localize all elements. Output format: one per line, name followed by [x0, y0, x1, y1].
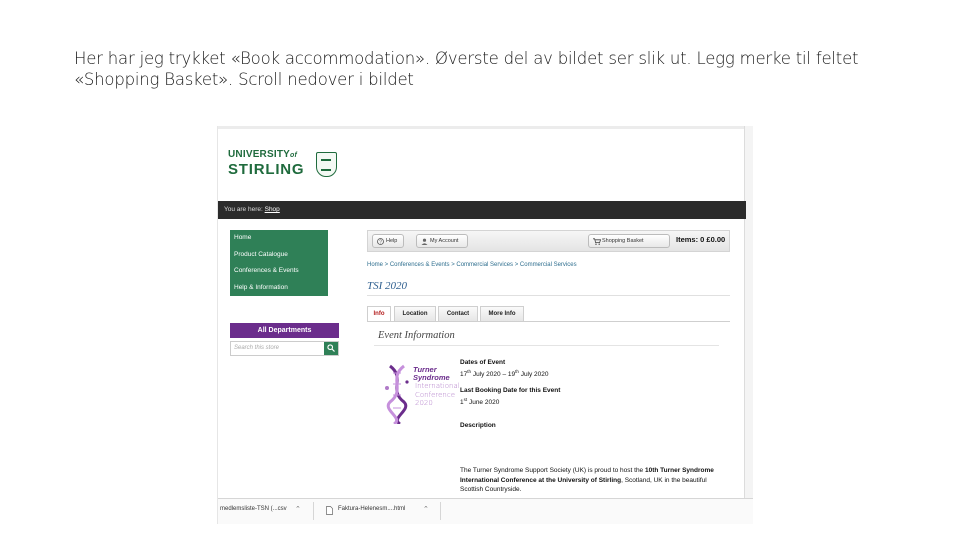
tab-contact[interactable]: Contact	[438, 306, 478, 321]
last-booking-label: Last Booking Date for this Event	[460, 387, 561, 394]
crest-icon	[316, 152, 337, 177]
breadcrumb[interactable]: Home > Conferences & Events > Commercial…	[367, 262, 577, 268]
chevron-up-icon[interactable]: ⌃	[295, 505, 301, 513]
you-are-here-bar: You are here: Shop	[218, 201, 746, 219]
search-icon	[327, 344, 335, 352]
my-account-button[interactable]: My Account	[416, 234, 468, 248]
search-placeholder: Search this store	[234, 345, 280, 351]
nav-item-help-information[interactable]: Help & Information	[230, 280, 328, 297]
user-icon	[421, 238, 428, 245]
nav-item-home[interactable]: Home	[230, 230, 328, 247]
vertical-scrollbar[interactable]	[744, 126, 753, 506]
shopping-basket-button[interactable]: Shopping Basket	[588, 234, 670, 248]
browser-screenshot: UNIVERSITYof STIRLING You are here: Shop…	[217, 126, 753, 524]
cart-icon	[593, 238, 601, 245]
download-item-1[interactable]: medlemsliste-TSN (...csv	[220, 506, 287, 512]
svg-text:?: ?	[379, 239, 382, 245]
nav-item-product-catalogue[interactable]: Product Catalogue	[230, 247, 328, 264]
all-departments-button[interactable]: All Departments	[230, 323, 339, 338]
nav-item-conferences-events[interactable]: Conferences & Events	[230, 263, 328, 280]
tab-more-info[interactable]: More Info	[480, 306, 524, 321]
shop-toolbar: ? Help My Account Shopping Basket Items:…	[367, 230, 730, 252]
description-label: Description	[460, 422, 496, 429]
tab-location[interactable]: Location	[394, 306, 436, 321]
caption-line-1: Her har jeg trykket «Book accommodation»…	[74, 49, 859, 68]
download-item-2[interactable]: Faktura-Helenesm....html	[338, 506, 405, 512]
event-heading: Event Information	[378, 330, 455, 341]
conference-logo: Turner Syndrome International Conference…	[382, 362, 460, 426]
slide-caption: Her har jeg trykket «Book accommodation»…	[74, 48, 894, 90]
left-navigation: Home Product Catalogue Conferences & Eve…	[230, 230, 328, 296]
help-icon: ?	[377, 238, 384, 245]
page-title: TSI 2020	[367, 280, 408, 292]
store-search-input[interactable]: Search this store	[230, 341, 339, 356]
file-icon	[326, 506, 333, 515]
dna-helix-icon	[385, 364, 409, 424]
caption-line-2: «Shopping Basket». Scroll nedover i bild…	[74, 70, 414, 89]
event-dates: 17th July 2020 – 19th July 2020	[460, 369, 549, 379]
university-logo[interactable]: UNIVERSITYof STIRLING	[228, 150, 337, 177]
help-button[interactable]: ? Help	[372, 234, 404, 248]
basket-items-summary: Items: 0 £0.00	[676, 235, 726, 244]
dates-label: Dates of Event	[460, 359, 506, 366]
event-information-panel: Event Information Turner Syndrome Intern…	[374, 328, 724, 524]
search-button[interactable]	[324, 342, 338, 355]
tab-info[interactable]: Info	[367, 306, 391, 321]
chevron-up-icon[interactable]: ⌃	[423, 505, 429, 513]
event-description: The Turner Syndrome Support Society (UK)…	[460, 467, 714, 493]
downloads-bar: medlemsliste-TSN (...csv ⌃ Faktura-Helen…	[218, 498, 753, 524]
last-booking-date: 1st June 2020	[460, 397, 500, 407]
breadcrumb-shop-link[interactable]: Shop	[265, 206, 280, 213]
